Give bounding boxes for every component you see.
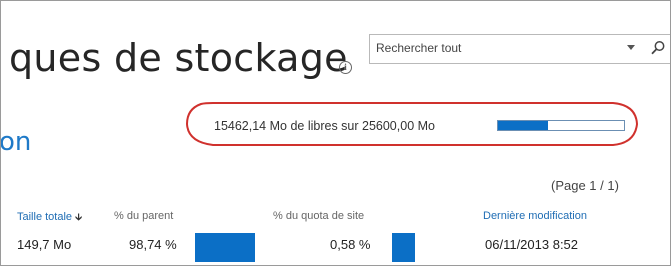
column-header-pct-quota[interactable]: % du quota de site bbox=[273, 210, 364, 222]
search-box[interactable] bbox=[369, 34, 670, 64]
search-icon[interactable] bbox=[650, 40, 666, 56]
section-subtitle: on bbox=[0, 127, 32, 157]
storage-callout: 15462,14 Mo de libres sur 25600,00 Mo bbox=[183, 99, 643, 149]
info-icon[interactable]: i bbox=[339, 61, 352, 74]
page-indicator: (Page 1 / 1) bbox=[551, 178, 619, 193]
row-pct-quota: 0,58 % bbox=[330, 237, 371, 252]
pct-quota-bar bbox=[392, 233, 415, 262]
sort-down-arrow-icon: 🡳 bbox=[75, 212, 83, 223]
column-header-pct-parent[interactable]: % du parent bbox=[114, 210, 173, 222]
storage-usage-bar bbox=[497, 120, 625, 131]
column-header-last-modified[interactable]: Dernière modification bbox=[483, 210, 587, 222]
chevron-down-icon[interactable] bbox=[627, 45, 635, 50]
storage-metrics-page: ques de stockage i on 15462,14 Mo de lib… bbox=[0, 0, 671, 266]
row-total-size: 149,7 Mo bbox=[17, 237, 72, 252]
storage-summary: 15462,14 Mo de libres sur 25600,00 Mo bbox=[214, 119, 435, 133]
pct-parent-bar bbox=[195, 233, 255, 262]
storage-usage-fill bbox=[498, 121, 548, 130]
row-pct-parent: 98,74 % bbox=[129, 237, 177, 252]
column-header-total-size[interactable]: Taille totale 🡳 bbox=[17, 210, 82, 227]
page-title: ques de stockage bbox=[9, 36, 348, 80]
search-input[interactable] bbox=[370, 35, 616, 61]
row-last-modified: 06/11/2013 8:52 bbox=[485, 237, 579, 252]
